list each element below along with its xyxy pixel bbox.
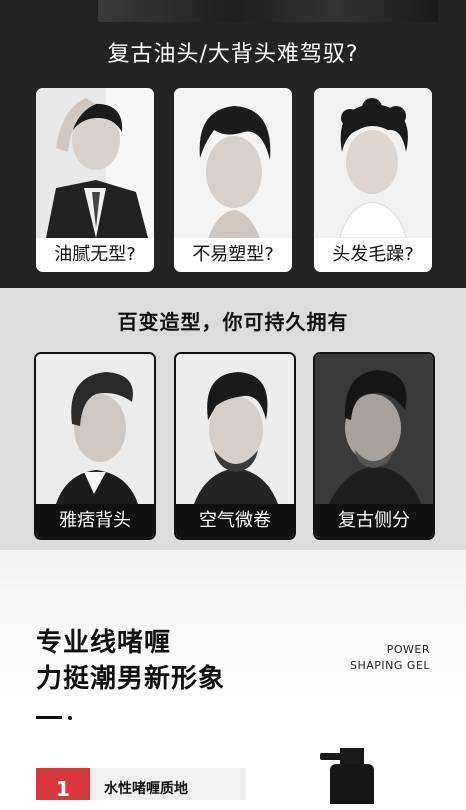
pompadour-man-photo xyxy=(36,354,154,504)
style-label: 复古侧分 xyxy=(315,504,433,538)
curly-man-photo xyxy=(176,354,294,504)
style-card-air-curl: 空气微卷 xyxy=(174,352,296,540)
style-label: 雅痞背头 xyxy=(36,504,154,538)
style-label: 空气微卷 xyxy=(176,504,294,538)
man-messy-hair-photo xyxy=(174,88,292,238)
problem-label: 头发毛躁? xyxy=(314,238,432,272)
feature-text: 水性啫喱质地 xyxy=(104,781,188,797)
feature-number-badge: 1 xyxy=(36,768,90,801)
gel-bottle-image xyxy=(330,764,374,804)
product-english-1: POWER xyxy=(386,643,430,656)
pump-neck xyxy=(340,748,364,764)
divider-dot xyxy=(68,716,72,720)
man-frizzy-hair-photo xyxy=(314,88,432,238)
problems-section: 复古油头/大背头难驾驭? 油腻无型? 不易塑型? 头发毛躁? xyxy=(0,0,466,288)
styles-section: 百变造型，你可持久拥有 雅痞背头 空气微卷 复古侧分 xyxy=(0,288,466,550)
side-part-man-photo xyxy=(315,354,433,504)
problem-card-greasy: 油腻无型? xyxy=(36,88,154,272)
problem-label: 油腻无型? xyxy=(36,238,154,272)
problem-label: 不易塑型? xyxy=(174,238,292,272)
product-headline-2: 力挺潮男新形象 xyxy=(36,664,226,694)
man-touching-hair-photo xyxy=(36,88,154,238)
problem-card-hard-to-style: 不易塑型? xyxy=(174,88,292,272)
divider-dash xyxy=(36,716,62,719)
styles-title: 百变造型，你可持久拥有 xyxy=(117,310,349,334)
style-card-pompadour: 雅痞背头 xyxy=(34,352,156,540)
product-english-2: SHAPING GEL xyxy=(349,659,430,672)
problems-title: 复古油头/大背头难驾驭? xyxy=(107,42,359,67)
marble-banner-strip xyxy=(98,0,438,22)
product-headline-1: 专业线啫喱 xyxy=(36,628,172,658)
style-card-side-part: 复古侧分 xyxy=(313,352,435,540)
problem-card-frizzy: 头发毛躁? xyxy=(314,88,432,272)
product-section: 专业线啫喱 力挺潮男新形象 POWER SHAPING GEL 1 水性啫喱质地 xyxy=(0,550,466,801)
